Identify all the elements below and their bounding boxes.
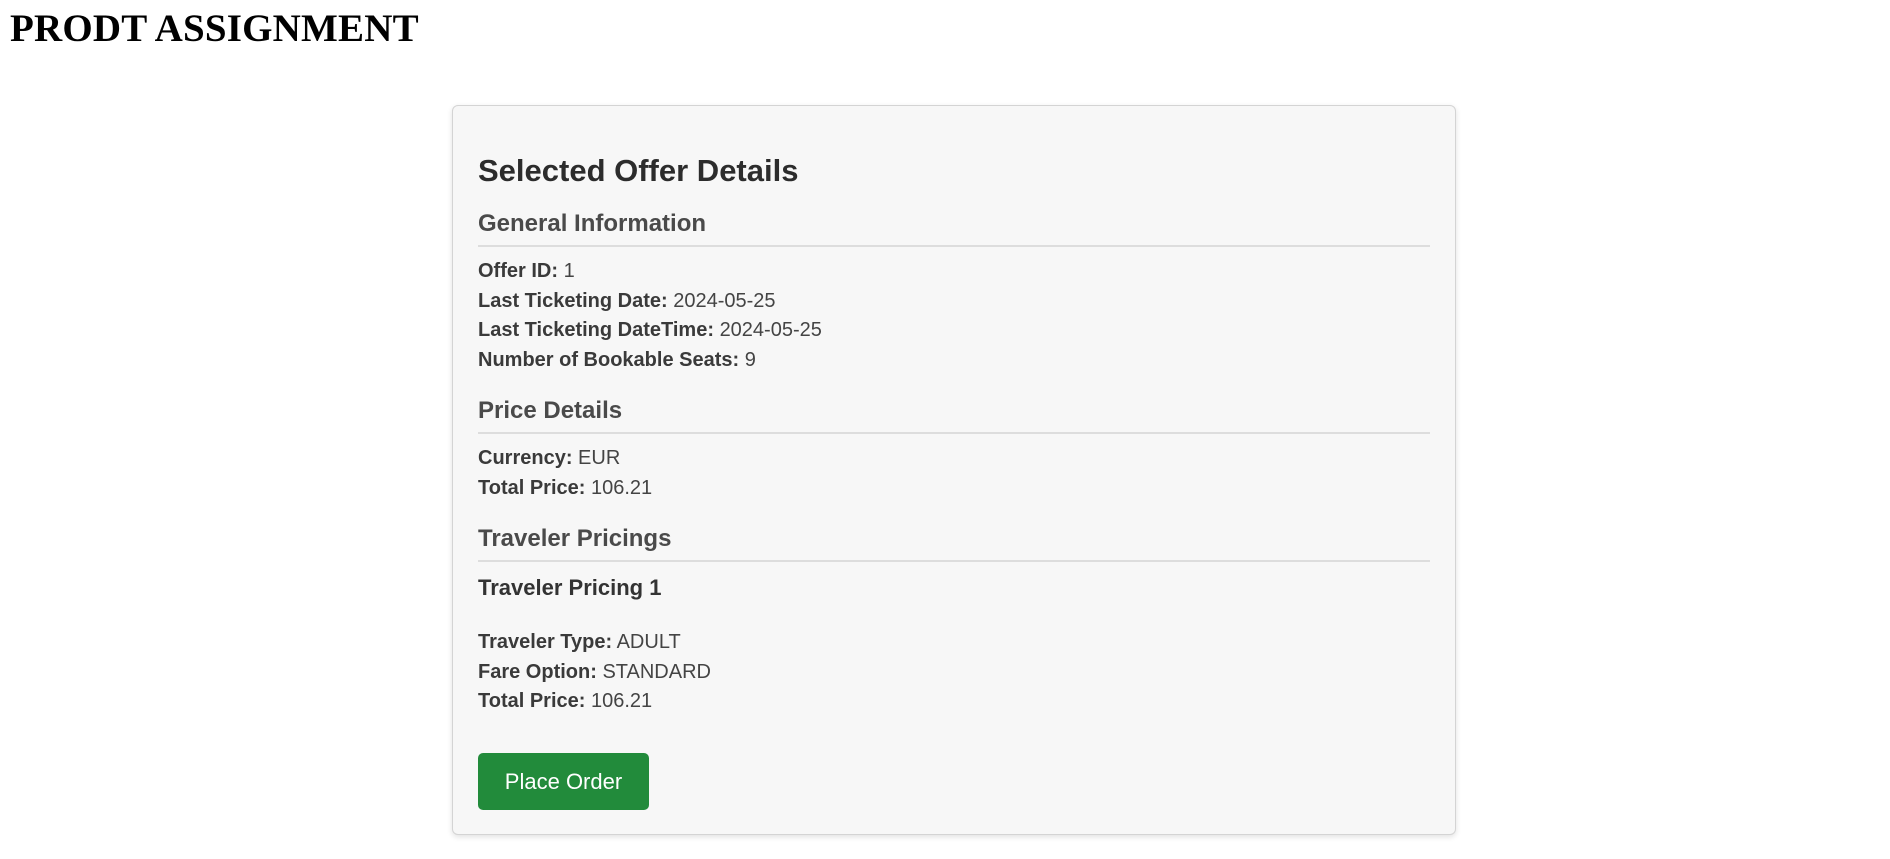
traveler-total-price-field: Total Price: 106.21 bbox=[478, 687, 1430, 717]
field-label: Offer ID: bbox=[478, 260, 558, 282]
field-value: ADULT bbox=[616, 631, 681, 653]
field-value: 106.21 bbox=[591, 476, 653, 499]
field-value: 106.21 bbox=[591, 690, 653, 712]
field-value: EUR bbox=[578, 447, 621, 469]
bookable-seats-field: Number of Bookable Seats: 9 bbox=[478, 346, 1430, 376]
offer-details-card: Selected Offer Details General Informati… bbox=[452, 105, 1456, 835]
currency-field: Currency: EUR bbox=[478, 444, 1430, 474]
offer-id-field: Offer ID: 1 bbox=[478, 257, 1430, 287]
price-details-list: Currency: EUR Total Price: 106.21 bbox=[478, 444, 1430, 503]
last-ticketing-datetime-field: Last Ticketing DateTime: 2024-05-25 bbox=[478, 316, 1430, 346]
traveler-pricings-heading: Traveler Pricings bbox=[478, 524, 1430, 562]
fare-option-field: Fare Option: STANDARD bbox=[478, 658, 1430, 688]
total-price-field: Total Price: 106.21 bbox=[478, 474, 1430, 504]
field-label: Last Ticketing DateTime: bbox=[478, 319, 714, 341]
app-title: PRODT ASSIGNMENT bbox=[10, 7, 419, 50]
field-label: Total Price: bbox=[478, 476, 586, 499]
field-value: 9 bbox=[744, 348, 756, 371]
offer-details-heading: Selected Offer Details bbox=[478, 153, 799, 188]
traveler-pricing-list: Traveler Type: ADULT Fare Option: STANDA… bbox=[478, 628, 1430, 717]
field-label: Traveler Type: bbox=[478, 631, 613, 653]
place-order-button[interactable]: Place Order bbox=[478, 752, 649, 810]
last-ticketing-date-field: Last Ticketing Date: 2024-05-25 bbox=[478, 287, 1430, 317]
field-label: Fare Option: bbox=[478, 660, 597, 683]
field-label: Currency: bbox=[478, 447, 573, 469]
field-label: Total Price: bbox=[478, 690, 586, 712]
traveler-pricing-title: Traveler Pricing 1 bbox=[478, 575, 662, 600]
field-label: Number of Bookable Seats: bbox=[478, 348, 740, 371]
general-information-heading: General Information bbox=[478, 209, 1430, 247]
field-value: 2024-05-25 bbox=[719, 319, 822, 341]
field-label: Last Ticketing Date: bbox=[478, 289, 668, 312]
field-value: STANDARD bbox=[602, 660, 711, 683]
general-information-list: Offer ID: 1 Last Ticketing Date: 2024-05… bbox=[478, 257, 1430, 375]
field-value: 1 bbox=[563, 260, 575, 282]
traveler-type-field: Traveler Type: ADULT bbox=[478, 628, 1430, 658]
price-details-heading: Price Details bbox=[478, 396, 1430, 434]
field-value: 2024-05-25 bbox=[673, 289, 776, 312]
